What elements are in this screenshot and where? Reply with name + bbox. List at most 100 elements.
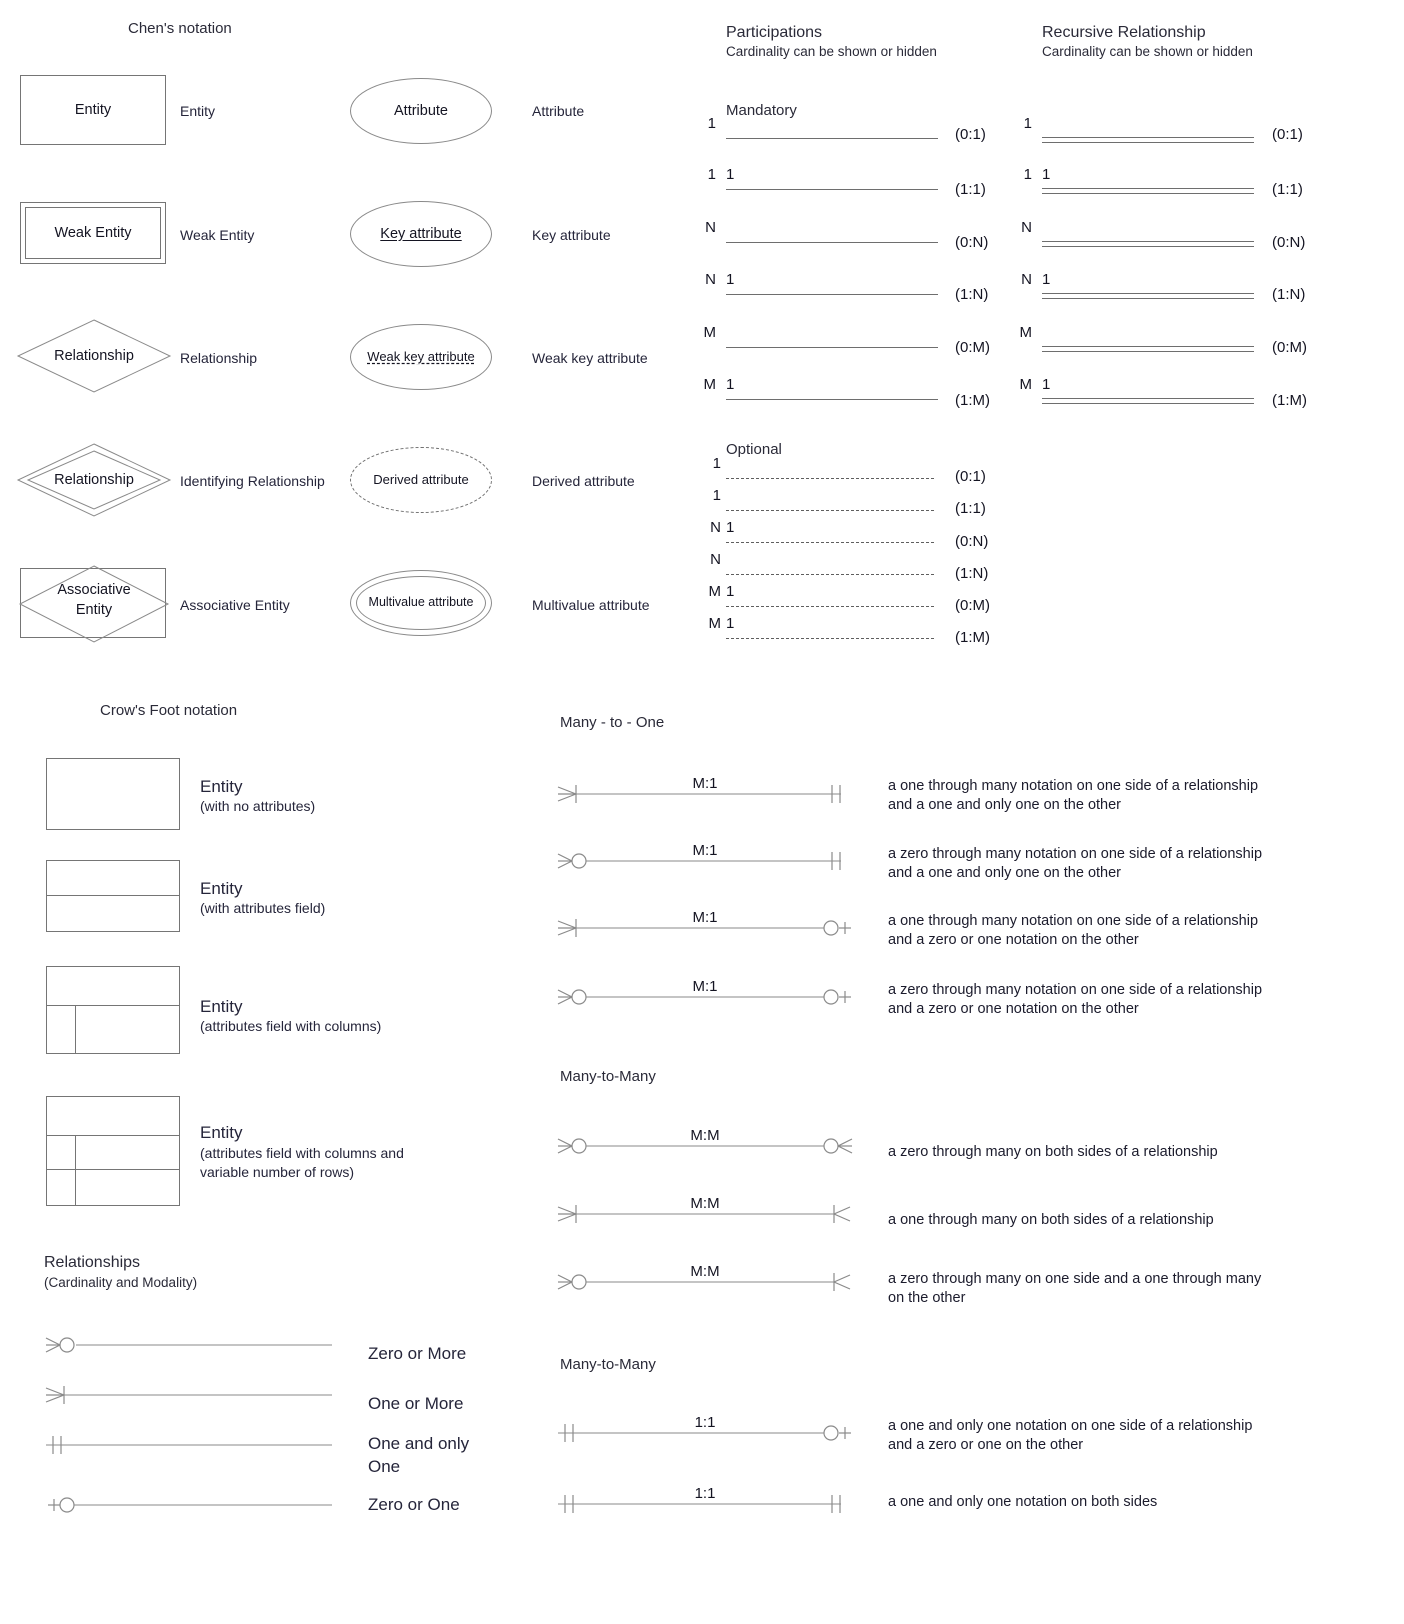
participation-right-cardinality: 1 xyxy=(712,455,721,472)
recursive-right-cardinality: M xyxy=(1019,324,1033,341)
desc-line-2: and a zero or one on the other xyxy=(888,1437,1084,1454)
chen-attribute-shape: Attribute xyxy=(350,78,492,144)
many-to-one-row-4-desc: a zero through many notation on one side… xyxy=(888,981,1348,1019)
chen-key-attribute-shape-label: Key attribute xyxy=(380,226,462,242)
desc-line-1: a one and only one notation on one side … xyxy=(888,1418,1253,1434)
crowsfoot-entity-2-desc: (with attributes field) xyxy=(200,900,326,916)
chen-derived-attribute-label: Derived attribute xyxy=(532,473,635,489)
participation-left-cardinality: 1 xyxy=(726,519,735,536)
desc-line-2: and a one and only one on the other xyxy=(888,865,1121,882)
crowsfoot-entity-3-divider xyxy=(47,1005,179,1006)
participations-mandatory-label: Mandatory xyxy=(726,102,797,119)
many-to-one-row-1-desc: a one through many notation on one side … xyxy=(888,777,1348,815)
participation-right-cardinality: M xyxy=(708,583,722,600)
chen-attribute-label: Attribute xyxy=(532,103,585,119)
many-to-one-row-2-symbol xyxy=(557,852,841,870)
many-to-many-row-3-desc: a zero through many on one side and a on… xyxy=(888,1270,1358,1308)
participation-line xyxy=(726,638,934,639)
participation-paren: (1:M) xyxy=(955,629,990,646)
participation-line xyxy=(726,294,938,295)
recursive-left-cardinality: 1 xyxy=(1042,271,1051,288)
desc-line-1: a one through many notation on one side … xyxy=(888,778,1259,794)
recursive-paren: (1:1) xyxy=(1272,181,1303,198)
chen-notation-title: Chen's notation xyxy=(128,20,232,37)
desc-line-1: a zero through many on one side and a on… xyxy=(888,1271,1262,1287)
recursive-subtitle: Cardinality can be shown or hidden xyxy=(1042,44,1253,59)
desc-line-2: on the other xyxy=(888,1290,966,1307)
recursive-paren: (0:N) xyxy=(1272,234,1306,251)
modality-zero-or-more-symbol xyxy=(45,1337,332,1353)
chen-associative-entity-label: Associative Entity xyxy=(180,597,290,613)
participation-line xyxy=(726,138,938,139)
participation-paren: (1:M) xyxy=(955,392,990,409)
many-to-one-row-3-symbol xyxy=(557,919,851,937)
participation-paren: (0:N) xyxy=(955,234,989,251)
crowsfoot-entity-3-name: Entity xyxy=(200,997,243,1016)
recursive-title: Recursive Relationship xyxy=(1042,24,1206,41)
recursive-right-cardinality: 1 xyxy=(1023,166,1032,183)
relationships-title: Relationships xyxy=(44,1254,141,1271)
participation-line xyxy=(726,606,934,607)
chen-weak-entity-shape: Weak Entity xyxy=(20,202,166,264)
chen-weak-key-attribute-shape: Weak key attribute xyxy=(350,324,492,390)
participations-optional-label: Optional xyxy=(726,441,782,458)
participation-right-cardinality: M xyxy=(708,615,722,632)
recursive-line xyxy=(1042,241,1254,247)
participation-right-cardinality: N xyxy=(710,551,721,568)
crowsfoot-entity-3-desc: (attributes field with columns) xyxy=(200,1018,382,1034)
chen-relationship-label: Relationship xyxy=(180,350,258,366)
participation-paren: (0:M) xyxy=(955,597,990,614)
participation-right-cardinality: 1 xyxy=(707,166,716,183)
desc-line-1: a one through many on both sides of a re… xyxy=(888,1212,1214,1228)
participation-left-cardinality: 1 xyxy=(726,271,735,288)
participation-line xyxy=(726,542,934,543)
crowsfoot-entity-2-shape xyxy=(46,860,180,932)
modality-zero-or-more-label: Zero or More xyxy=(368,1344,467,1363)
many-to-one-title: Many - to - One xyxy=(560,714,665,731)
chen-attribute-shape-label: Attribute xyxy=(394,103,448,119)
desc-line-1: a zero through many on both sides of a r… xyxy=(888,1144,1218,1160)
modality-one-and-only-one-label-2: One xyxy=(368,1457,401,1476)
participation-paren: (1:1) xyxy=(955,500,986,517)
crowsfoot-entity-1-desc: (with no attributes) xyxy=(200,798,316,814)
crowsfoot-entity-4-name: Entity xyxy=(200,1123,243,1142)
modality-zero-or-one-label: Zero or One xyxy=(368,1495,460,1514)
participation-line xyxy=(726,510,934,511)
participation-line xyxy=(726,399,938,400)
participation-paren: (0:N) xyxy=(955,533,989,550)
chen-entity-shape: Entity xyxy=(20,75,166,145)
chen-weak-key-attribute-shape-label: Weak key attribute xyxy=(367,349,475,364)
many-to-many-row-3-symbol xyxy=(557,1273,851,1291)
chen-multivalue-attribute-label: Multivalue attribute xyxy=(532,597,650,613)
desc-line-2: and a zero or one notation on the other xyxy=(888,932,1139,949)
participation-paren: (0:1) xyxy=(955,126,986,143)
one-to-one-row-1-symbol xyxy=(558,1424,851,1442)
relationships-subtitle: (Cardinality and Modality) xyxy=(44,1275,198,1290)
recursive-paren: (1:M) xyxy=(1272,392,1307,409)
chen-key-attribute-shape: Key attribute xyxy=(350,201,492,267)
chen-weak-entity-label: Weak Entity xyxy=(180,227,255,243)
chen-identifying-relationship-shape xyxy=(16,443,172,517)
modality-one-and-only-one-label: One and only xyxy=(368,1434,470,1453)
participation-line xyxy=(726,347,938,348)
desc-line-2: and a one and only one on the other xyxy=(888,797,1121,814)
recursive-line xyxy=(1042,188,1254,194)
modality-one-or-more-symbol xyxy=(45,1386,332,1404)
desc-line-1: a one through many notation on one side … xyxy=(888,913,1259,929)
recursive-paren: (0:M) xyxy=(1272,339,1307,356)
recursive-line xyxy=(1042,398,1254,404)
many-to-one-row-2-desc: a zero through many notation on one side… xyxy=(888,845,1348,883)
participation-right-cardinality: N xyxy=(710,519,721,536)
recursive-line xyxy=(1042,346,1254,352)
crowsfoot-entity-4-column-divider xyxy=(75,1135,76,1205)
recursive-paren: (1:N) xyxy=(1272,286,1306,303)
chen-associative-entity-diamond xyxy=(18,565,170,643)
chen-multivalue-attribute-inner-ellipse xyxy=(356,576,486,630)
participation-right-cardinality: M xyxy=(703,376,717,393)
one-to-one-row-2-symbol xyxy=(558,1495,841,1513)
crowsfoot-entity-2-name: Entity xyxy=(200,879,243,898)
crowsfoot-entity-2-divider xyxy=(47,895,179,896)
chen-multivalue-attribute-shape: Multivalue attribute xyxy=(350,570,492,636)
crowsfoot-entity-4-divider-1 xyxy=(47,1135,179,1136)
recursive-line xyxy=(1042,293,1254,299)
